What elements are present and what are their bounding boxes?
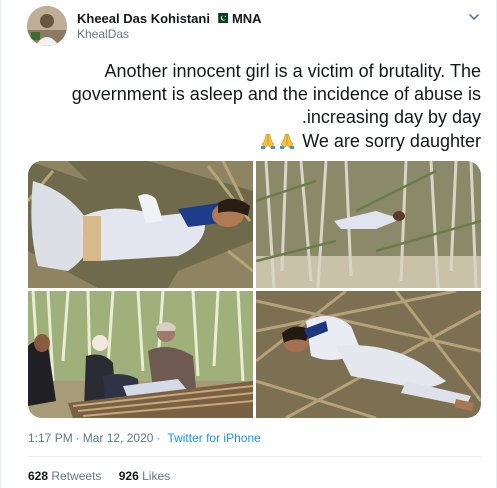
tweet-text-line: Another innocent girl is a victim of bru…	[104, 61, 481, 81]
retweets-label: Retweets	[51, 469, 102, 483]
folded-hands-emoji-group	[259, 132, 297, 150]
divider	[28, 456, 481, 457]
tweet-timestamp[interactable]: 1:17 PM · Mar 12, 2020 · Twitter for iPhone	[28, 431, 261, 445]
photo-1[interactable]	[28, 161, 253, 288]
likes-label: Likes	[142, 469, 171, 483]
tweet-card: Kheeal Das Kohistani MNA KhealDas Anothe…	[0, 0, 497, 488]
pakistan-flag-icon	[214, 13, 228, 23]
retweets-stat[interactable]: 628 Retweets	[28, 469, 101, 483]
likes-stat[interactable]: 926 Likes	[119, 469, 170, 483]
display-name[interactable]: Kheeal Das Kohistani	[77, 11, 210, 26]
likes-count: 926	[118, 469, 139, 483]
meta-separator: ·	[75, 431, 80, 445]
name-suffix: MNA	[231, 10, 262, 26]
tweet-time[interactable]: 1:17 PM	[28, 431, 73, 445]
user-handle[interactable]: KhealDas	[77, 27, 129, 41]
folded-hands-icon	[280, 133, 295, 149]
tweet-text-line: .increasing day by day	[301, 107, 481, 127]
avatar[interactable]	[27, 6, 67, 46]
photo-4[interactable]	[256, 291, 481, 418]
photo-2[interactable]	[256, 161, 481, 288]
tweet-stats: 628 Retweets 926 Likes	[28, 469, 184, 483]
retweets-count: 628	[28, 469, 49, 483]
photo-3[interactable]	[28, 291, 253, 418]
tweet-text-closing: We are sorry daughter	[302, 131, 481, 151]
author-name-row[interactable]: Kheeal Das Kohistani MNA	[77, 9, 262, 27]
tweet-date[interactable]: Mar 12, 2020	[83, 431, 154, 445]
tweet-text-line-last: We are sorry daughter	[25, 130, 481, 152]
folded-hands-icon	[261, 133, 276, 149]
chevron-down-icon[interactable]	[467, 10, 481, 24]
tweet-text-line: government is asleep and the incidence o…	[71, 84, 481, 104]
meta-separator: ·	[156, 431, 161, 445]
media-grid	[28, 161, 481, 418]
tweet-source-link[interactable]: Twitter for iPhone	[167, 431, 260, 445]
